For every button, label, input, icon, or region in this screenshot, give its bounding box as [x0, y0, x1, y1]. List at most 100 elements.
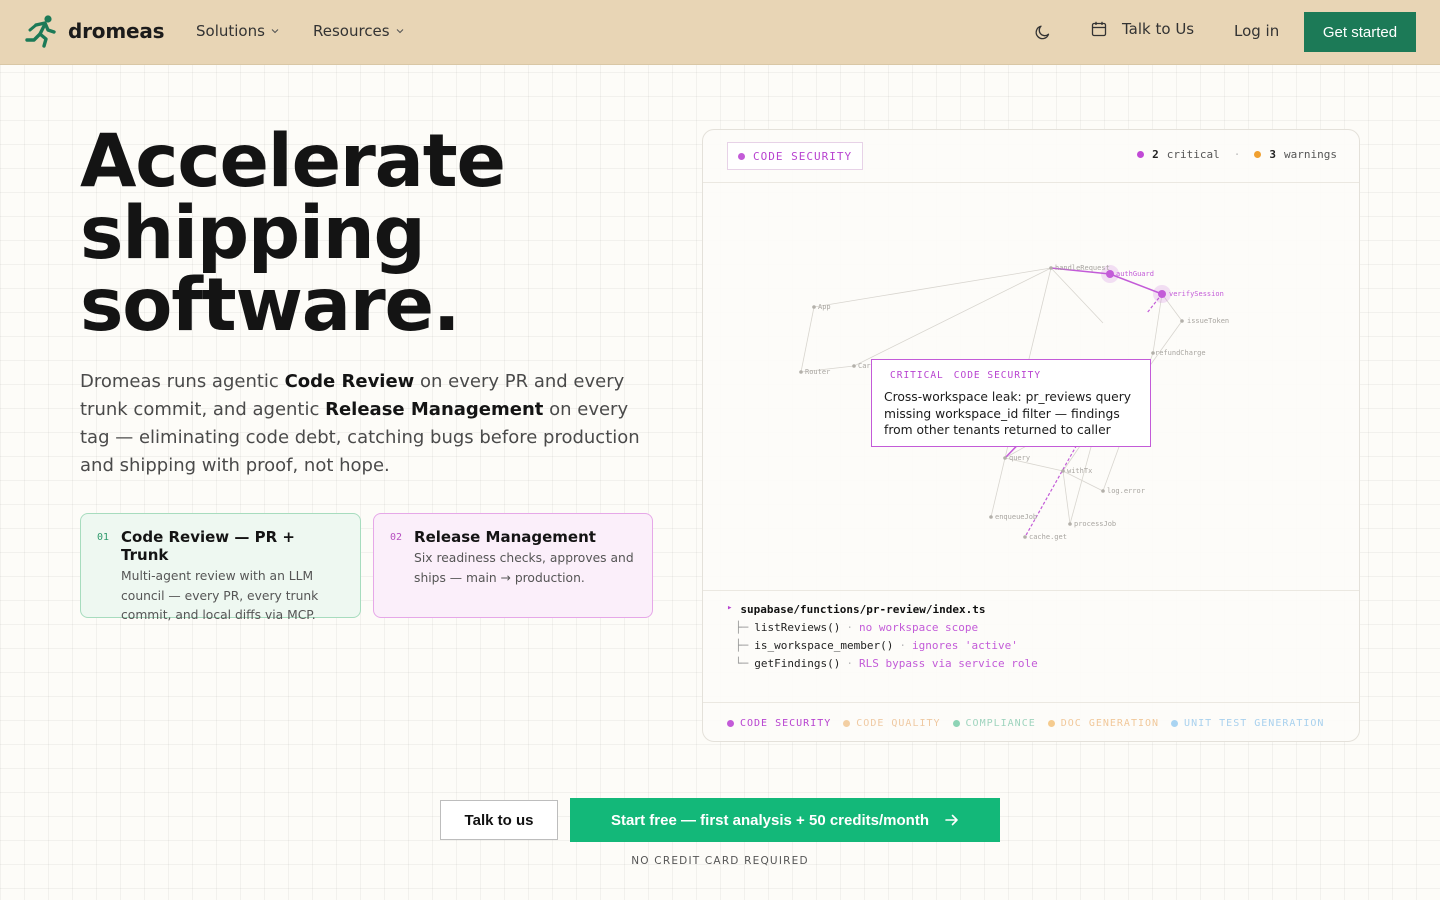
nav-resources-label: Resources	[313, 22, 390, 40]
theme-toggle-button[interactable]	[1032, 21, 1054, 43]
login-link[interactable]: Log in	[1234, 22, 1279, 40]
tree-note: no workspace scope	[858, 621, 979, 634]
hero-title: Accelerate shipping software.	[80, 119, 640, 348]
graph-edge	[990, 457, 1006, 518]
graph-node-label: handleRequest	[1055, 264, 1110, 272]
category-dot-icon	[738, 152, 745, 160]
code-security-preview-card: CODE SECURITY 2 critical · 3 warnings ha…	[702, 129, 1360, 742]
nav-solutions[interactable]: Solutions	[196, 22, 279, 40]
graph-node-label: enqueueJob	[995, 513, 1037, 521]
moon-icon	[1035, 25, 1050, 40]
tree-row[interactable]: └─ getFindings() · RLS bypass via servic…	[727, 657, 1337, 675]
graph-node	[1023, 535, 1027, 539]
brand-logo[interactable]: dromeas	[24, 14, 165, 48]
tooltip-severity: CRITICAL	[890, 370, 944, 381]
file-finding-tree: ▸ supabase/functions/pr-review/index.ts …	[703, 590, 1359, 702]
graph-node	[1068, 522, 1072, 526]
nav-resources[interactable]: Resources	[313, 22, 404, 40]
graph-node	[989, 515, 993, 519]
tab-unit-test-generation[interactable]: UNIT TEST GENERATION	[1171, 718, 1324, 729]
calendar-icon	[1091, 21, 1107, 37]
finding-tooltip: CRITICAL CODE SECURITY Cross-workspace l…	[871, 359, 1151, 447]
hero-title-line: software.	[80, 263, 461, 348]
graph-node-label: query	[1009, 454, 1030, 462]
tooltip-category: CODE SECURITY	[953, 370, 1042, 381]
tree-branch: ├─	[735, 639, 749, 652]
graph-node-label: refundCharge	[1155, 349, 1206, 357]
tab-compliance[interactable]: COMPLIANCE	[952, 718, 1036, 729]
talk-to-us-button[interactable]: Talk to us	[440, 800, 558, 840]
warning-dot-icon	[1254, 151, 1262, 158]
start-free-button[interactable]: Start free — first analysis + 50 credits…	[570, 798, 1000, 842]
tab-dot-icon	[1047, 719, 1055, 727]
tree-function: listReviews()	[754, 621, 841, 634]
nav-solutions-label: Solutions	[196, 22, 265, 40]
file-path: supabase/functions/pr-review/index.ts	[740, 603, 986, 616]
feature-description: Multi-agent review with an LLM council —…	[121, 569, 319, 622]
graph-node	[1003, 456, 1007, 460]
feature-card-code-review[interactable]: 01 Code Review — PR + Trunk Multi-agent …	[80, 513, 361, 622]
tree-row[interactable]: ├─ listReviews() · no workspace scope	[727, 621, 1337, 639]
tab-dot-icon	[1171, 719, 1179, 727]
graph-edge	[1050, 267, 1104, 324]
separator-dot: ·	[1233, 148, 1241, 161]
tree-row[interactable]: ├─ is_workspace_member() · ignores 'acti…	[727, 639, 1337, 657]
critical-dot-icon	[1137, 151, 1145, 158]
no-credit-card-note: NO CREDIT CARD REQUIRED	[631, 855, 809, 867]
feature-card-release-management[interactable]: 02 Release Management Six readiness chec…	[373, 513, 653, 618]
graph-edge	[800, 306, 815, 373]
start-free-label: Start free — first analysis + 50 credits…	[610, 811, 930, 829]
talk-to-us-label: Talk to Us	[1122, 20, 1195, 38]
graph-node-label: processJob	[1074, 520, 1116, 528]
tree-note: ignores 'active'	[911, 639, 1018, 652]
graph-node-label: App	[818, 303, 831, 311]
tab-dot-icon	[952, 719, 960, 727]
tree-branch: ├─	[735, 621, 749, 634]
graph-node-label: verifySession	[1169, 290, 1224, 298]
tree-function: is_workspace_member()	[754, 639, 894, 652]
feature-title: Release Management	[414, 528, 596, 546]
graph-node	[852, 364, 856, 368]
runner-logo-icon	[25, 15, 56, 48]
feature-number: 01	[97, 532, 110, 543]
hero-subtitle-release-management: Release Management	[325, 399, 544, 420]
hero-title-line: shipping	[80, 191, 426, 276]
finding-counts: 2 critical · 3 warnings	[1137, 148, 1337, 161]
graph-edge	[1062, 470, 1071, 525]
feature-title: Code Review — PR + Trunk	[121, 528, 295, 564]
graph-node	[1049, 266, 1053, 270]
tree-separator: ·	[846, 657, 853, 670]
graph-node	[1061, 469, 1065, 473]
hero-subtitle-code-review: Code Review	[284, 371, 415, 392]
arrow-right-icon	[945, 814, 958, 826]
file-path-row[interactable]: ▸ supabase/functions/pr-review/index.ts	[727, 603, 1337, 616]
graph-node-label: Router	[805, 368, 830, 376]
graph-edge	[813, 267, 1052, 308]
graph-node	[812, 305, 816, 309]
hero-subtitle-text: Dromeas runs agentic	[80, 371, 285, 392]
tree-note: RLS bypass via service role	[858, 657, 1038, 670]
brand-name: dromeas	[68, 19, 165, 43]
talk-to-us-link[interactable]: Talk to Us	[1090, 20, 1194, 38]
tab-doc-generation[interactable]: DOC GENERATION	[1047, 718, 1159, 729]
graph-node-label: log.error	[1107, 487, 1145, 495]
get-started-button[interactable]: Get started	[1304, 12, 1416, 52]
graph-node-label: issueToken	[1187, 317, 1229, 325]
tab-label: CODE QUALITY	[856, 717, 941, 729]
hero-title-line: Accelerate	[80, 119, 506, 204]
graph-node	[1180, 319, 1184, 323]
tab-code-security[interactable]: CODE SECURITY	[727, 718, 831, 729]
tab-code-quality[interactable]: CODE QUALITY	[843, 718, 940, 729]
graph-node-label: authGuard	[1116, 270, 1154, 278]
feature-description: Six readiness checks, approves and ships…	[414, 551, 634, 585]
call-graph: handleRequest authGuard verifySession Ap…	[703, 183, 1359, 590]
tree-branch: └─	[735, 657, 749, 670]
critical-node-verifysession	[1158, 290, 1166, 298]
tab-dot-icon	[843, 719, 851, 727]
expand-caret-icon: ▸	[727, 603, 733, 613]
tab-label: CODE SECURITY	[740, 717, 832, 729]
category-tag-label: CODE SECURITY	[753, 149, 853, 163]
tooltip-text: Cross-workspace leak: pr_reviews query m…	[884, 390, 1132, 437]
tab-label: UNIT TEST GENERATION	[1184, 717, 1325, 729]
chevron-down-icon	[271, 29, 279, 34]
